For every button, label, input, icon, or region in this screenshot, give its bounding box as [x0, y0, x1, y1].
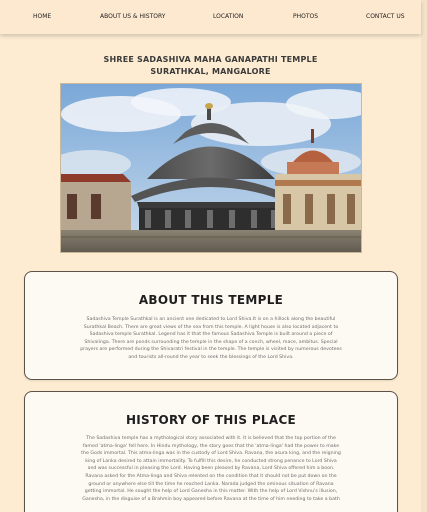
about-line: Sadashiva temple Surathkal. Legend has i…: [89, 332, 333, 338]
scrollbar[interactable]: [421, 0, 427, 512]
page-title: SHREE SADASHIVA MAHA GANAPATHI TEMPLE SU…: [0, 54, 421, 78]
about-line: Sadashiva Temple Surathkal is an ancient…: [86, 317, 336, 322]
nav-about-history-link[interactable]: ABOUT US & HISTORY: [100, 13, 165, 20]
history-line: The Sadashiva temple has a mythological …: [86, 436, 336, 441]
history-line: famed 'atma-linga' fell here. In Hindu m…: [82, 443, 340, 449]
about-line: Shivalinga. There are ponds surrounding …: [84, 339, 338, 345]
history-line: king of Lanka desired to attain immortal…: [85, 458, 337, 464]
page-title-line-1: SHREE SADASHIVA MAHA GANAPATHI TEMPLE: [103, 55, 318, 64]
about-line: Surathkal Beach. There are great views o…: [83, 324, 339, 330]
history-text: The Sadashiva temple has a mythological …: [25, 435, 397, 503]
temple-photo: [60, 83, 362, 253]
about-line: and tourists all-round the year to seek …: [128, 354, 294, 360]
history-line: ground or anywhere else till the time he…: [88, 481, 334, 487]
about-temple-card: ABOUT THIS TEMPLE Sadashiva Temple Surat…: [24, 271, 398, 380]
history-line: and was successful in pleasing the Lord.…: [87, 466, 335, 472]
history-line: Ganesha, in the disguise of a Brahmin bo…: [82, 496, 340, 502]
history-line: Ravana asked for the Atma-linga and Shiv…: [85, 473, 337, 479]
about-line: prayers are performed during the Shivara…: [80, 347, 342, 353]
history-line: getting immortal. He sought the help of …: [84, 489, 338, 495]
top-nav: HOME ABOUT US & HISTORY LOCATION PHOTOS …: [0, 0, 421, 34]
history-card: HISTORY OF THIS PLACE The Sadashiva temp…: [24, 391, 398, 512]
nav-location-link[interactable]: LOCATION: [213, 13, 243, 20]
page: HOME ABOUT US & HISTORY LOCATION PHOTOS …: [0, 0, 427, 512]
nav-contact-us-link[interactable]: CONTACT US: [366, 13, 405, 20]
page-title-line-2: SURATHKAL, MANGALORE: [150, 67, 271, 76]
history-line: the Gods immortal. This atma-linga was i…: [81, 451, 341, 457]
history-heading: HISTORY OF THIS PLACE: [125, 413, 297, 427]
about-temple-heading: ABOUT THIS TEMPLE: [138, 293, 284, 307]
nav-home-link[interactable]: HOME: [33, 13, 51, 20]
about-temple-text: Sadashiva Temple Surathkal is an ancient…: [25, 316, 397, 362]
nav-photos-link[interactable]: PHOTOS: [293, 13, 318, 20]
